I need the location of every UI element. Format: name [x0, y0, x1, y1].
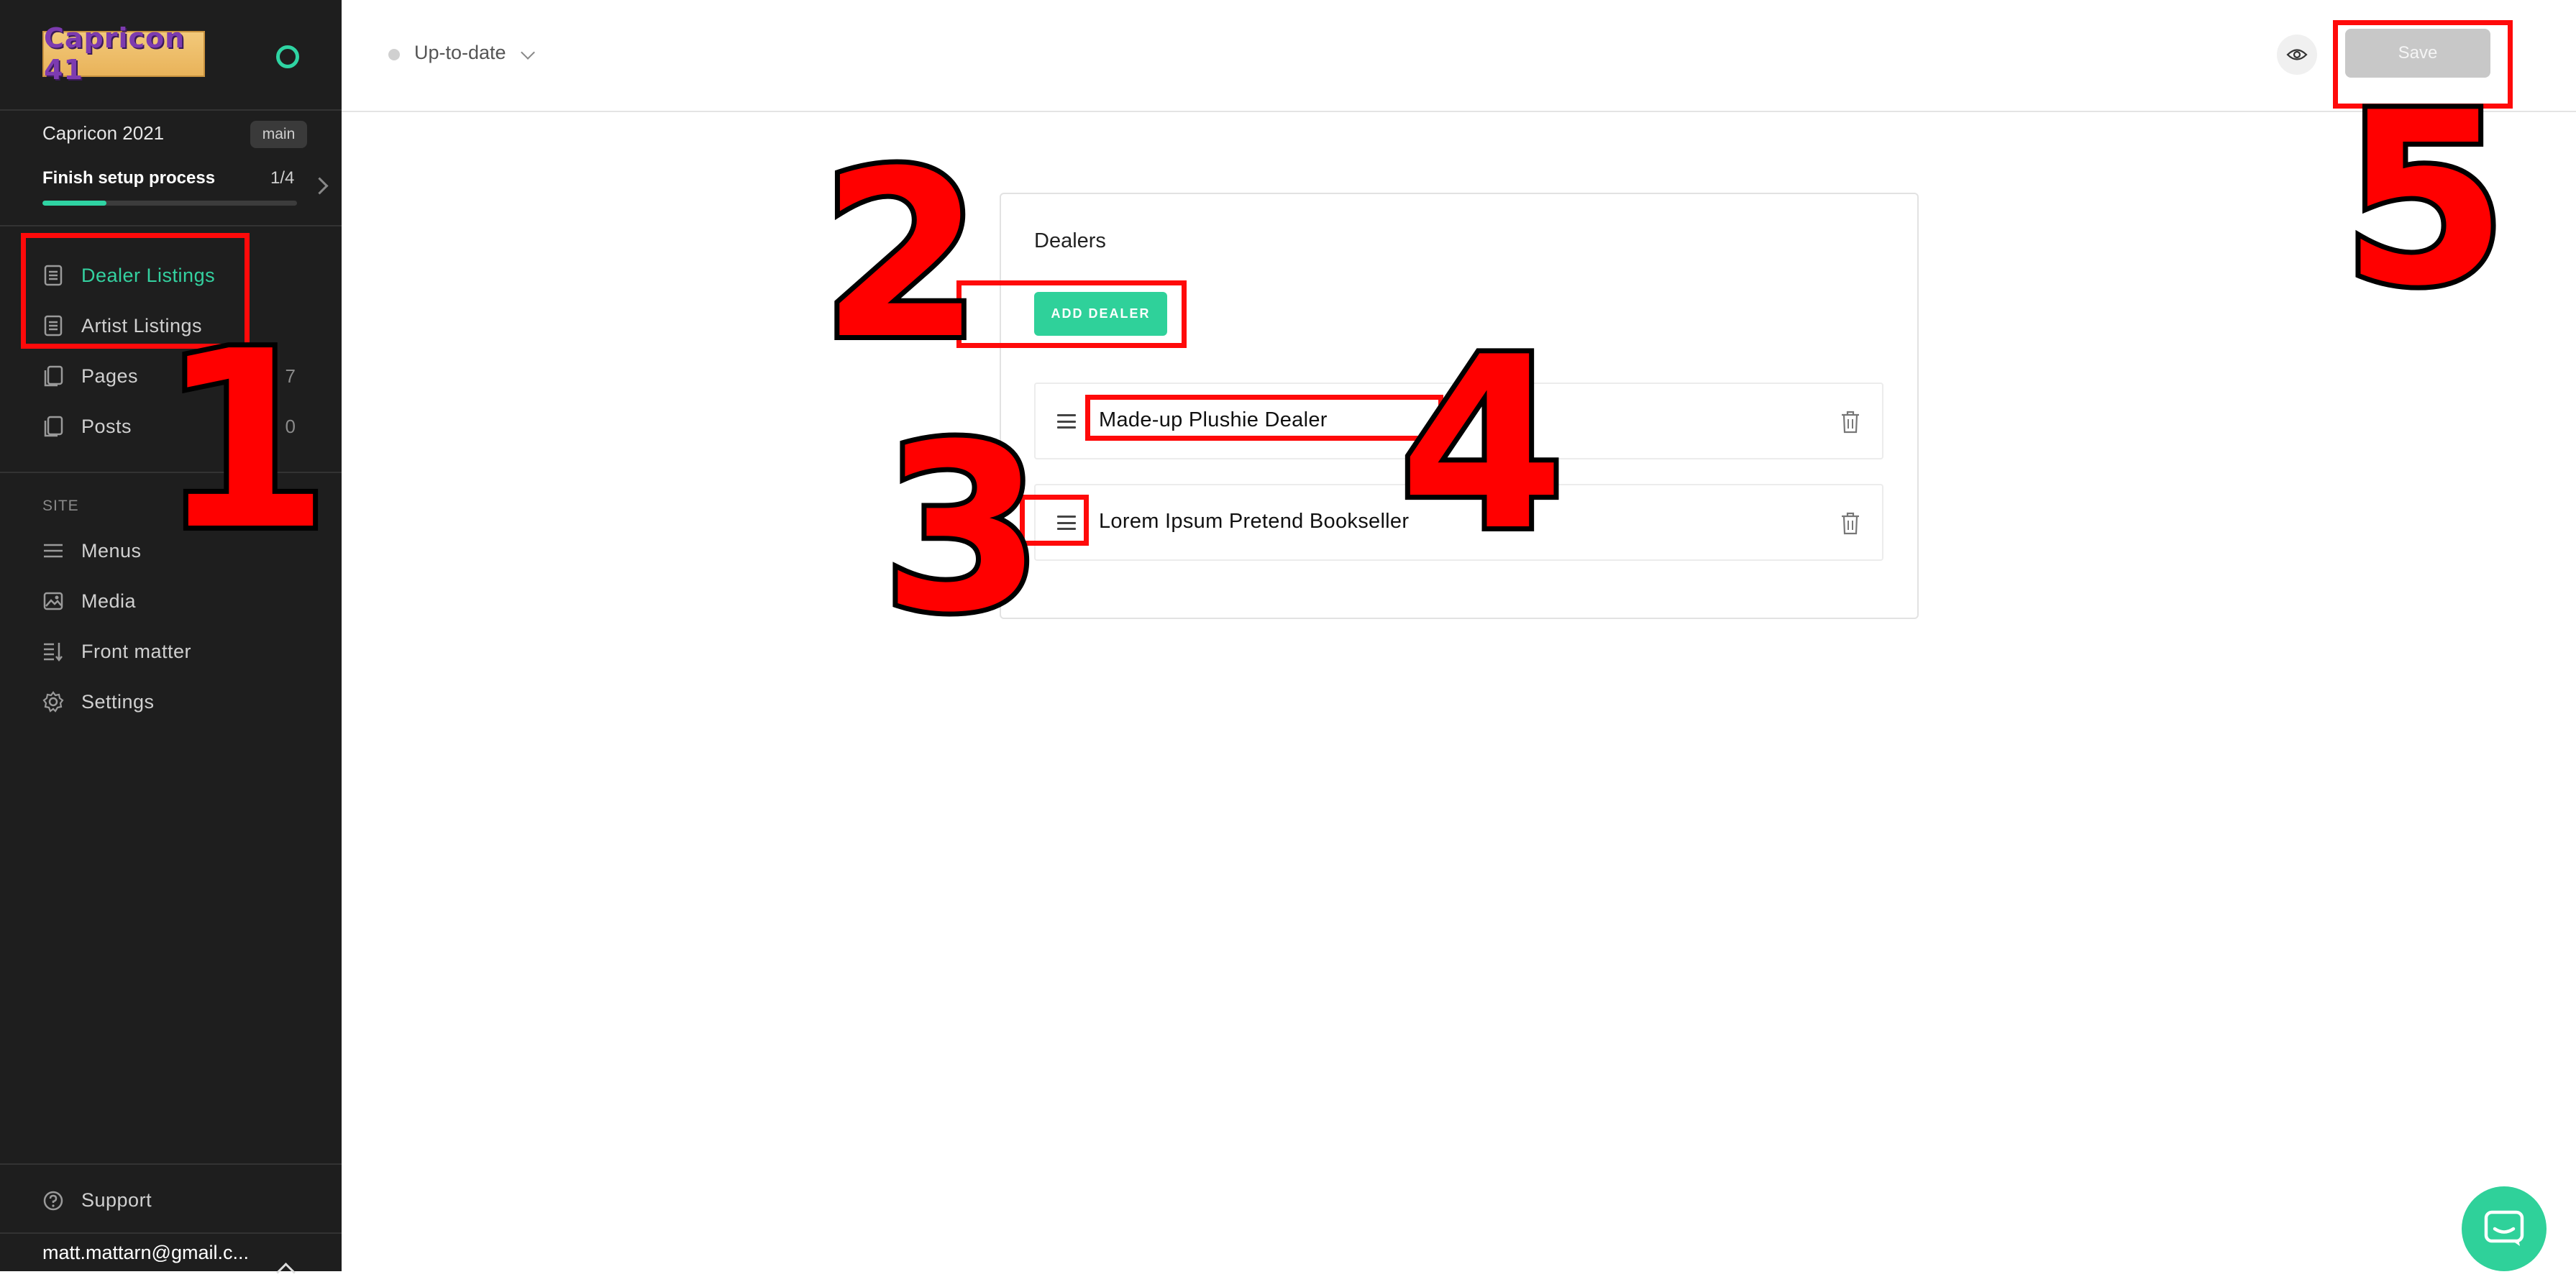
pages-icon	[42, 416, 64, 437]
sync-status-icon	[276, 45, 299, 68]
trash-icon[interactable]	[1840, 410, 1861, 434]
divider	[0, 109, 342, 111]
sidebar-item-label: Front matter	[81, 640, 192, 662]
trash-icon[interactable]	[1840, 511, 1861, 536]
sidebar-item-label: Settings	[81, 690, 155, 713]
sidebar-item-label: Posts	[81, 415, 132, 437]
chat-launcher-button[interactable]	[2462, 1186, 2547, 1271]
setup-progress-count: 1/4	[270, 168, 295, 188]
annotation-number-2: 2	[816, 122, 987, 390]
sidebar-item-label: Pages	[81, 365, 139, 387]
publish-status[interactable]: Up-to-date	[414, 42, 506, 64]
sidebar-item-label: Menus	[81, 539, 142, 562]
pages-icon	[42, 365, 64, 387]
preview-button[interactable]	[2277, 35, 2317, 75]
front-matter-icon	[42, 641, 64, 662]
support-label: Support	[81, 1189, 152, 1211]
branch-badge[interactable]: main	[250, 121, 307, 148]
chevron-down-icon[interactable]	[521, 45, 535, 60]
help-circle-icon	[42, 1190, 64, 1212]
status-dot-icon	[388, 49, 400, 60]
divider	[0, 1232, 342, 1234]
setup-progress-bar	[42, 201, 297, 206]
chevron-up-icon[interactable]	[276, 1263, 296, 1282]
annotation-number-1: 1	[155, 299, 335, 584]
setup-progress-fill	[42, 201, 106, 206]
dealer-name[interactable]: Lorem Ipsum Pretend Bookseller	[1099, 510, 1409, 534]
divider	[0, 225, 342, 226]
site-name[interactable]: Capricon 2021	[42, 122, 164, 145]
eye-icon	[2286, 49, 2308, 60]
annotation-number-5: 5	[2337, 62, 2513, 338]
annotation-number-3: 3	[877, 395, 1048, 663]
chevron-right-icon[interactable]	[311, 177, 329, 195]
sidebar-item-settings[interactable]: Settings	[0, 680, 342, 723]
annotation-box-4	[1085, 395, 1443, 441]
annotation-number-4: 4	[1394, 306, 1570, 582]
site-section-label: SITE	[42, 498, 79, 514]
image-icon	[42, 590, 64, 612]
chat-icon	[2484, 1210, 2524, 1246]
field-title: Dealers	[1034, 229, 1106, 252]
menu-icon	[42, 540, 64, 562]
site-logo[interactable]: Capricon 41	[42, 22, 205, 86]
user-email[interactable]: matt.mattarn@gmail.c...	[42, 1242, 249, 1264]
sidebar: Capricon 41 Capricon 2021 main Finish se…	[0, 0, 342, 1282]
gear-icon	[42, 691, 64, 713]
drag-handle-icon[interactable]	[1057, 414, 1076, 429]
annotation-box-2	[956, 280, 1187, 348]
top-bar: Up-to-date Save	[342, 0, 2576, 112]
setup-progress-label[interactable]: Finish setup process	[42, 168, 215, 188]
sidebar-item-label: Media	[81, 590, 137, 612]
support-link[interactable]: Support	[0, 1179, 342, 1222]
sidebar-item-media[interactable]: Media	[0, 580, 342, 623]
sidebar-item-front-matter[interactable]: Front matter	[0, 630, 342, 673]
divider	[0, 1163, 342, 1165]
